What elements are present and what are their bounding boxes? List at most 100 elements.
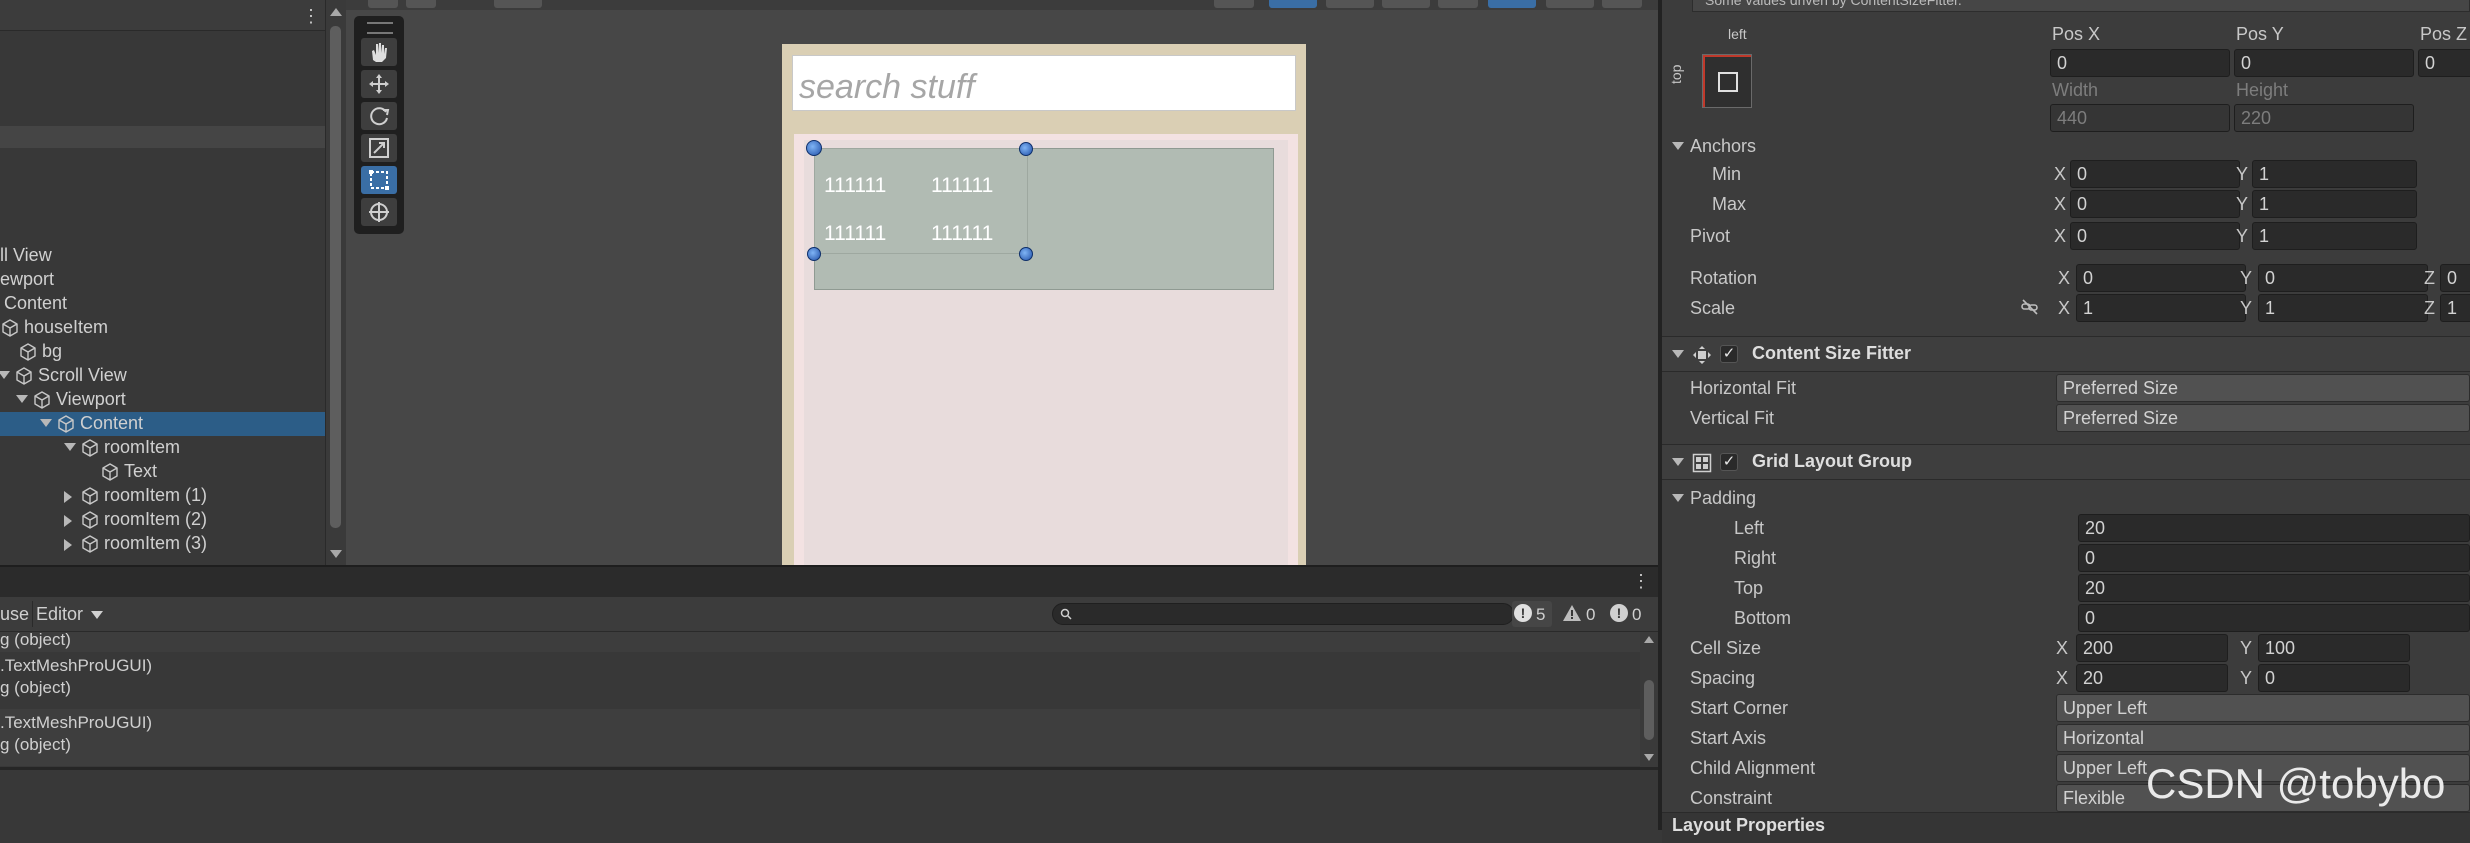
- grid-layout-group-foldout-icon[interactable]: [1672, 458, 1684, 466]
- toolbar-button-active[interactable]: [1488, 0, 1536, 8]
- padding-right-field[interactable]: 0: [2078, 544, 2470, 572]
- anchor-preset-button[interactable]: [1702, 54, 1752, 108]
- vertical-fit-dropdown[interactable]: Preferred Size: [2056, 404, 2470, 432]
- scroll-down-icon[interactable]: [1644, 754, 1654, 761]
- anchors-max-y-field[interactable]: 1: [2252, 190, 2417, 218]
- anchors-foldout-icon[interactable]: [1672, 142, 1684, 150]
- pos-z-field[interactable]: 0: [2418, 49, 2470, 77]
- view-tool-button[interactable]: [361, 38, 397, 66]
- content-size-fitter-foldout-icon[interactable]: [1672, 350, 1684, 358]
- log-entry[interactable]: g (object): [0, 630, 1640, 652]
- log-entry[interactable]: .TextMeshProUGUI) g (object): [0, 709, 1640, 766]
- rect-handle[interactable]: [807, 247, 821, 261]
- padding-label[interactable]: Padding: [1690, 488, 1756, 509]
- rotation-x-field[interactable]: 0: [2076, 264, 2246, 292]
- hierarchy-item[interactable]: roomItem: [0, 436, 325, 460]
- scroll-up-icon[interactable]: [1644, 636, 1654, 643]
- scale-x-field[interactable]: 1: [2076, 294, 2246, 322]
- content-size-fitter-enable-checkbox[interactable]: ✓: [1720, 345, 1738, 363]
- cell-size-x-field[interactable]: 200: [2076, 634, 2228, 662]
- anchors-label[interactable]: Anchors: [1690, 136, 1756, 157]
- pivot-y-field[interactable]: 1: [2252, 222, 2417, 250]
- collapse-arrow-icon[interactable]: [64, 539, 72, 551]
- hierarchy-item[interactable]: Content: [0, 292, 325, 316]
- info-count-toggle[interactable]: ! 0: [1608, 601, 1654, 627]
- grid-layout-group-enable-checkbox[interactable]: ✓: [1720, 453, 1738, 471]
- hierarchy-menu-icon[interactable]: ⋮: [302, 6, 320, 26]
- toolbar-button[interactable]: [368, 0, 398, 8]
- pause-button[interactable]: use: [0, 604, 29, 625]
- pivot-handle[interactable]: [806, 140, 822, 156]
- console-scrollbar[interactable]: [1640, 632, 1658, 767]
- hierarchy-item[interactable]: ll View: [0, 244, 325, 268]
- padding-top-field[interactable]: 20: [2078, 574, 2470, 602]
- hierarchy-item[interactable]: roomItem (2): [0, 508, 325, 532]
- warning-count-toggle[interactable]: 0: [1560, 601, 1604, 627]
- collapse-arrow-icon[interactable]: [64, 491, 72, 503]
- anchors-min-y-field[interactable]: 1: [2252, 160, 2417, 188]
- palette-grip-icon[interactable]: [367, 22, 393, 34]
- editor-dropdown[interactable]: Editor: [36, 604, 104, 625]
- rect-handle[interactable]: [1019, 247, 1033, 261]
- grid-layout-group-header[interactable]: ✓ Grid Layout Group: [1662, 444, 2470, 480]
- rect-tool-button[interactable]: [361, 166, 397, 194]
- scene-view[interactable]: search stuff 111111 111111 111111 111111: [346, 0, 1658, 565]
- anchors-max-x-field[interactable]: 0: [2070, 190, 2240, 218]
- transform-tool-button[interactable]: [361, 198, 397, 226]
- game-canvas[interactable]: search stuff 111111 111111 111111 111111: [782, 44, 1306, 565]
- start-corner-dropdown[interactable]: Upper Left: [2056, 694, 2470, 722]
- expand-arrow-icon[interactable]: [0, 371, 10, 379]
- toolbar-button[interactable]: [406, 0, 436, 8]
- scroll-down-icon[interactable]: [330, 550, 342, 558]
- scale-z-field[interactable]: 1: [2440, 294, 2470, 322]
- hierarchy-item[interactable]: Content: [0, 412, 325, 436]
- toolbar-button[interactable]: [1602, 0, 1642, 8]
- padding-left-field[interactable]: 20: [2078, 514, 2470, 542]
- spacing-x-field[interactable]: 20: [2076, 664, 2228, 692]
- pos-x-field[interactable]: 0: [2050, 49, 2230, 77]
- rotate-tool-button[interactable]: [361, 102, 397, 130]
- toolbar-button[interactable]: [1214, 0, 1254, 8]
- scroll-thumb[interactable]: [330, 26, 341, 528]
- start-axis-dropdown[interactable]: Horizontal: [2056, 724, 2470, 752]
- toolbar-button[interactable]: [1546, 0, 1594, 8]
- move-tool-button[interactable]: [361, 70, 397, 98]
- rotation-z-field[interactable]: 0: [2440, 264, 2470, 292]
- hierarchy-item[interactable]: Text: [0, 460, 325, 484]
- expand-arrow-icon[interactable]: [16, 395, 28, 403]
- hierarchy-item[interactable]: roomItem (3): [0, 532, 325, 556]
- console-search-input[interactable]: [1052, 603, 1514, 625]
- toolbar-button[interactable]: [494, 0, 542, 8]
- cell-size-y-field[interactable]: 100: [2258, 634, 2410, 662]
- rotation-y-field[interactable]: 0: [2258, 264, 2428, 292]
- expand-arrow-icon[interactable]: [40, 419, 52, 427]
- toolbar-button[interactable]: [1438, 0, 1478, 8]
- hierarchy-item[interactable]: houseItem: [0, 316, 325, 340]
- scroll-up-icon[interactable]: [330, 8, 342, 16]
- toolbar-button[interactable]: [1382, 0, 1430, 8]
- content-size-fitter-header[interactable]: ✓ Content Size Fitter: [1662, 336, 2470, 372]
- rect-handle[interactable]: [1019, 142, 1033, 156]
- collapse-arrow-icon[interactable]: [64, 515, 72, 527]
- constrain-proportions-icon[interactable]: [2020, 298, 2040, 316]
- scale-tool-button[interactable]: [361, 134, 397, 162]
- search-box[interactable]: search stuff: [792, 55, 1296, 111]
- padding-bottom-field[interactable]: 0: [2078, 604, 2470, 632]
- horizontal-fit-dropdown[interactable]: Preferred Size: [2056, 374, 2470, 402]
- error-count-toggle[interactable]: ! 5: [1512, 601, 1552, 627]
- hierarchy-item[interactable]: Viewport: [0, 388, 325, 412]
- hierarchy-item[interactable]: roomItem (1): [0, 484, 325, 508]
- scroll-thumb[interactable]: [1644, 680, 1654, 740]
- log-entry[interactable]: .TextMeshProUGUI) g (object): [0, 652, 1640, 709]
- toolbar-button[interactable]: [1326, 0, 1374, 8]
- padding-foldout-icon[interactable]: [1672, 494, 1684, 502]
- toolbar-button-active[interactable]: [1269, 0, 1317, 8]
- hierarchy-item[interactable]: ewport: [0, 268, 325, 292]
- hierarchy-item[interactable]: bg: [0, 340, 325, 364]
- pos-y-field[interactable]: 0: [2234, 49, 2414, 77]
- hierarchy-item[interactable]: Scroll View: [0, 364, 325, 388]
- console-menu-icon[interactable]: ⋮: [1632, 571, 1650, 592]
- anchors-min-x-field[interactable]: 0: [2070, 160, 2240, 188]
- pivot-x-field[interactable]: 0: [2070, 222, 2240, 250]
- scale-y-field[interactable]: 1: [2258, 294, 2428, 322]
